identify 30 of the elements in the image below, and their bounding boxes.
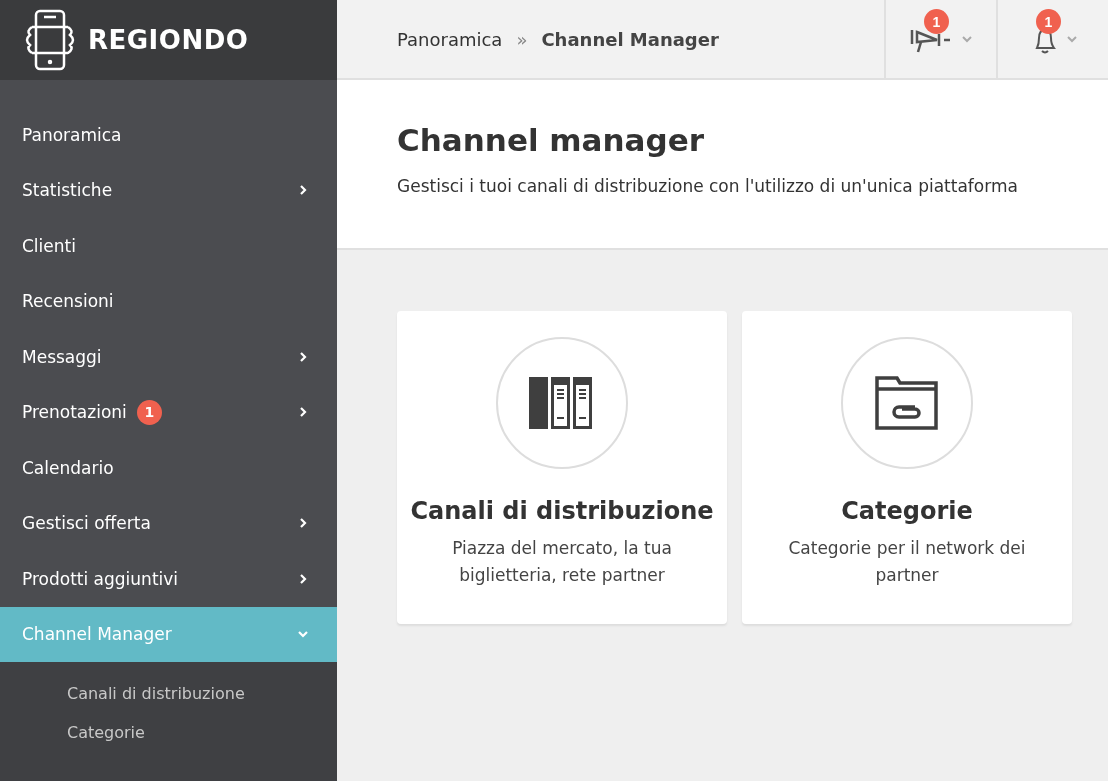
breadcrumb-link[interactable]: Channel Manager [541,28,719,50]
sidebar-subitem[interactable]: Canali di distribuzione [0,674,337,713]
sidebar-item[interactable]: Statistiche [0,162,337,218]
sidebar-item[interactable]: Recensioni [0,273,337,329]
brand-name: REGIONDO [88,25,249,55]
card-title: Categorie [841,497,973,525]
sidebar-item[interactable]: Panoramica [0,107,337,163]
page-subtitle: Gestisci i tuoi canali di distribuzione con l'utilizzo di un'unica piattaforma [397,176,1019,196]
sidebar-item[interactable]: Messaggi [0,329,337,385]
card-title: Canali di distribuzione [410,497,714,525]
count-badge: 1 [136,399,162,425]
binders-icon [529,377,595,429]
sidebar-item[interactable]: Clienti [0,218,337,274]
feature-card[interactable]: Categorie Categorie per il network dei partner [742,311,1072,624]
card-description: Categorie per il network dei partner [787,537,1027,587]
card-description: Piazza del mercato, la tua biglietteria, rete partner [451,537,673,587]
sidebar-item[interactable]: Calendario [0,440,337,496]
sidebar-item[interactable]: Prodotti aggiuntivi [0,551,337,607]
caret-icon [1066,35,1078,43]
sidebar-item[interactable]: Gestisci offerta [0,495,337,551]
page-title: Channel manager [397,122,706,158]
breadcrumb-separator: » [516,28,528,50]
sidebar-subitem[interactable]: Categorie [0,713,337,752]
feature-card[interactable]: Canali di distribuzione Piazza del mercato, la tua biglietteria, rete partner [397,311,727,624]
caret-icon [961,35,973,43]
folder-clip-icon [875,376,939,430]
sidebar-item[interactable]: Prenotazioni 1 [0,384,337,440]
count-badge: 1 [924,9,949,34]
breadcrumb-link[interactable]: Panoramica [397,28,503,50]
count-badge: 1 [1036,9,1061,34]
